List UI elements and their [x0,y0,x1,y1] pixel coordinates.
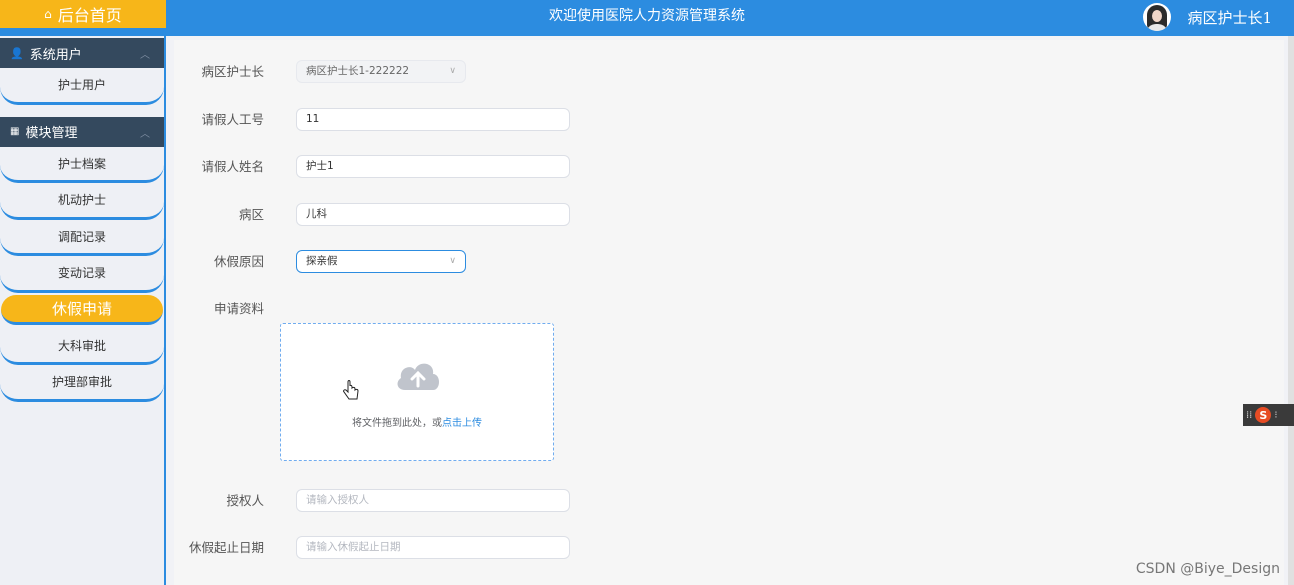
avatar[interactable] [1143,3,1172,31]
sidebar-group-label: 系统用户 [29,47,82,63]
upload-link[interactable]: 点击上传 [442,418,482,429]
user-icon: 👤 [10,46,24,60]
authorizer-input[interactable]: 请输入授权人 [296,489,570,512]
leave-dates-input[interactable]: 请输入休假起止日期 [296,536,570,559]
cloud-upload-icon [397,363,439,390]
field-label: 请假人姓名 [201,159,264,174]
drag-handle-icon[interactable]: ⁞⁞ [1246,410,1252,421]
employee-id-input[interactable]: 11 [296,108,570,131]
field-label: 病区 [238,207,264,222]
head-nurse-value: 病区护士长1-222222 [306,65,410,77]
form-row-employee-name: 请假人姓名 护士1 [174,155,774,179]
sidebar-group-system-users[interactable]: 👤 系统用户 ︿ [0,38,164,68]
chevron-up-icon: ︿ [140,128,150,140]
chevron-up-icon: ︿ [140,50,150,61]
ime-toolbar[interactable]: ⁞⁞ S ⁝ [1243,404,1294,426]
grid-icon: ▦ [10,126,20,137]
user-area[interactable]: 病区护士长1 [1143,2,1272,32]
field-label: 请假人工号 [201,112,264,127]
form-row-leave-reason: 休假原因 探亲假 ∨ [174,250,774,274]
watermark: CSDN @Biye_Design [1135,561,1280,577]
sidebar: 👤 系统用户 ︿ 护士用户 ▦ 模块管理 ︿ 护士档案 机动护士 调配记录 变动… [0,36,166,585]
leave-reason-select[interactable]: 探亲假 ∨ [296,250,466,273]
upload-dropzone[interactable]: 将文件拖到此处，或点击上传 [280,323,554,461]
main-form-area: 病区护士长 病区护士长1-222222 ∨ 请假人工号 11 请假人姓名 护士1… [174,40,1284,585]
system-title: 欢迎使用医院人力资源管理系统 [549,8,745,24]
chevron-down-icon: ∨ [449,256,456,266]
top-bar: ⌂ 后台首页 欢迎使用医院人力资源管理系统 病区护士长1 [0,0,1294,36]
sidebar-item-nurse-files[interactable]: 护士档案 [0,146,164,183]
chevron-down-icon: ∨ [449,66,456,76]
field-label: 授权人 [226,493,264,508]
more-icon[interactable]: ⁝ [1274,410,1277,421]
upload-hint-prefix: 将文件拖到此处，或 [352,418,442,429]
user-name[interactable]: 病区护士长1 [1187,7,1272,28]
field-label: 休假原因 [213,254,264,269]
hand-cursor-icon [343,380,359,400]
head-nurse-select[interactable]: 病区护士长1-222222 ∨ [296,60,466,83]
form-row-employee-id: 请假人工号 11 [174,108,774,132]
ime-logo-icon[interactable]: S [1255,407,1272,423]
field-label: 休假起止日期 [188,540,264,555]
sidebar-item-allocation-records[interactable]: 调配记录 [0,219,164,256]
sidebar-group-modules[interactable]: ▦ 模块管理 ︿ [0,116,164,147]
field-label: 病区护士长 [201,64,264,79]
field-label: 申请资料 [213,301,264,316]
sidebar-item-nursing-approval[interactable]: 护理部审批 [0,365,164,402]
form-row-leave-dates: 休假起止日期 请输入休假起止日期 [174,536,774,560]
page-scrollbar[interactable] [1288,36,1294,585]
form-row-authorizer: 授权人 请输入授权人 [174,489,774,513]
sidebar-item-nurse-users[interactable]: 护士用户 [0,68,164,105]
ward-input[interactable]: 儿科 [296,203,570,226]
sidebar-item-mobile-nurses[interactable]: 机动护士 [0,183,164,220]
upload-hint: 将文件拖到此处，或点击上传 [281,414,553,429]
sidebar-item-department-approval[interactable]: 大科审批 [0,328,164,365]
leave-reason-value: 探亲假 [306,255,338,267]
form-row-ward: 病区 儿科 [174,203,774,227]
form-row-materials: 申请资料 [174,297,774,321]
sidebar-item-leave-application[interactable]: 休假申请 [1,294,163,325]
sidebar-group-label: 模块管理 [25,126,78,141]
form-row-head-nurse: 病区护士长 病区护士长1-222222 ∨ [174,60,774,84]
employee-name-input[interactable]: 护士1 [296,155,570,178]
sidebar-item-change-records[interactable]: 变动记录 [0,256,164,293]
